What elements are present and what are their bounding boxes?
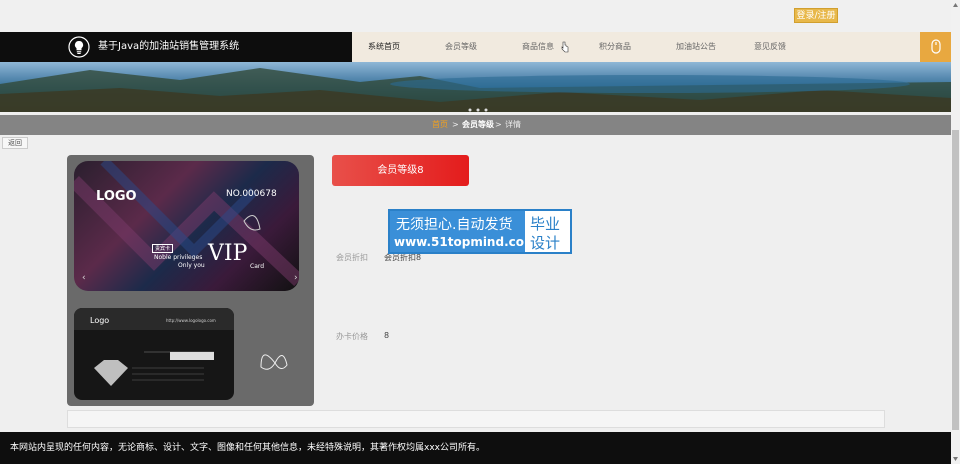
nav-item-announcements[interactable]: 加油站公告 bbox=[676, 32, 716, 62]
card-noble-line2: Only you bbox=[178, 262, 205, 269]
footer-copyright: 本网站内呈现的任何内容，无论商标、设计、文字、图像和任何其他信息，未经特殊说明，… bbox=[10, 443, 485, 453]
card-noble-line1: Noble privileges bbox=[154, 254, 203, 261]
breadcrumb-separator: > bbox=[452, 120, 459, 129]
card-vip-text: VIP bbox=[208, 241, 248, 266]
nav-item-member-level[interactable]: 会员等级 bbox=[445, 32, 477, 62]
breadcrumb-home-link[interactable]: 首页 bbox=[432, 115, 448, 135]
watermark-slogan: 无须担心.自动发货 bbox=[396, 217, 513, 233]
watermark-left-panel: 无须担心.自动发货 www.51topmind.com bbox=[390, 211, 537, 252]
discount-label: 会员折扣 bbox=[336, 253, 368, 262]
user-button[interactable] bbox=[920, 32, 951, 62]
nav-item-products[interactable]: 商品信息 bbox=[522, 32, 554, 62]
footer: 本网站内呈现的任何内容，无论商标、设计、文字、图像和任何其他信息，未经特殊说明，… bbox=[0, 432, 951, 464]
member-level-title: 会员等级8 bbox=[332, 155, 469, 186]
nav-item-points-products[interactable]: 积分商品 bbox=[599, 32, 631, 62]
breadcrumb-current: 详情 bbox=[505, 120, 521, 129]
card-vip-sub: Card bbox=[250, 263, 265, 270]
watermark-right-bottom: 设计 bbox=[530, 234, 561, 252]
back-button[interactable]: 返回 bbox=[2, 137, 28, 149]
top-bar: 登录/注册 bbox=[0, 0, 951, 32]
card-number: NO.000678 bbox=[226, 189, 277, 199]
nav-item-feedback[interactable]: 意见反馈 bbox=[754, 32, 786, 62]
scrollbar-thumb[interactable] bbox=[952, 130, 959, 430]
breadcrumb: 首页 > 会员等级 > 详情 bbox=[0, 115, 951, 135]
site-title: 基于Java的加油站销售管理系统 bbox=[98, 41, 240, 52]
watermark-badge: 无须担心.自动发货 www.51topmind.com 毕业 设计 bbox=[388, 209, 572, 254]
login-register-button[interactable]: 登录/注册 bbox=[794, 8, 838, 23]
watermark-url: www.51topmind.com bbox=[394, 235, 537, 249]
banner-image bbox=[0, 62, 951, 112]
carousel-next-arrow[interactable]: › bbox=[294, 273, 298, 283]
card-logo-text: LOGO bbox=[96, 189, 137, 204]
detail-content-box bbox=[67, 410, 885, 428]
watermark-right-top: 毕业 bbox=[530, 215, 561, 233]
carousel-prev-arrow[interactable]: ‹ bbox=[82, 273, 86, 283]
price-label: 办卡价格 bbox=[336, 332, 368, 341]
breadcrumb-separator: > bbox=[495, 120, 502, 129]
main-nav: 系统首页 会员等级 商品信息 积分商品 加油站公告 意见反馈 bbox=[352, 32, 920, 62]
scroll-up-arrow-icon[interactable] bbox=[952, 1, 959, 9]
carousel-indicators bbox=[162, 396, 213, 406]
butterfly-icon bbox=[260, 354, 288, 370]
price-value: 8 bbox=[384, 331, 390, 340]
landscape-banner-graphic bbox=[0, 68, 951, 112]
mouse-icon bbox=[931, 39, 941, 54]
header: 基于Java的加油站销售管理系统 系统首页 会员等级 商品信息 积分商品 加油站… bbox=[0, 32, 951, 62]
card-tag: 贵宾卡 bbox=[152, 244, 174, 253]
image-carousel: LOGO NO.000678 贵宾卡 Noble privileges Only… bbox=[67, 155, 314, 406]
card-back-image: Logo http://www.logologo.com bbox=[74, 308, 234, 400]
hand-cursor-icon bbox=[561, 41, 569, 53]
scroll-down-arrow-icon[interactable] bbox=[952, 455, 959, 463]
diamond-icon bbox=[94, 351, 214, 386]
lightbulb-logo-icon bbox=[68, 36, 90, 58]
nav-item-home[interactable]: 系统首页 bbox=[368, 32, 400, 62]
breadcrumb-member-level-link[interactable]: 会员等级 bbox=[462, 115, 494, 135]
vip-card-image: LOGO NO.000678 贵宾卡 Noble privileges Only… bbox=[74, 161, 299, 291]
card-pattern-graphic bbox=[74, 161, 299, 287]
